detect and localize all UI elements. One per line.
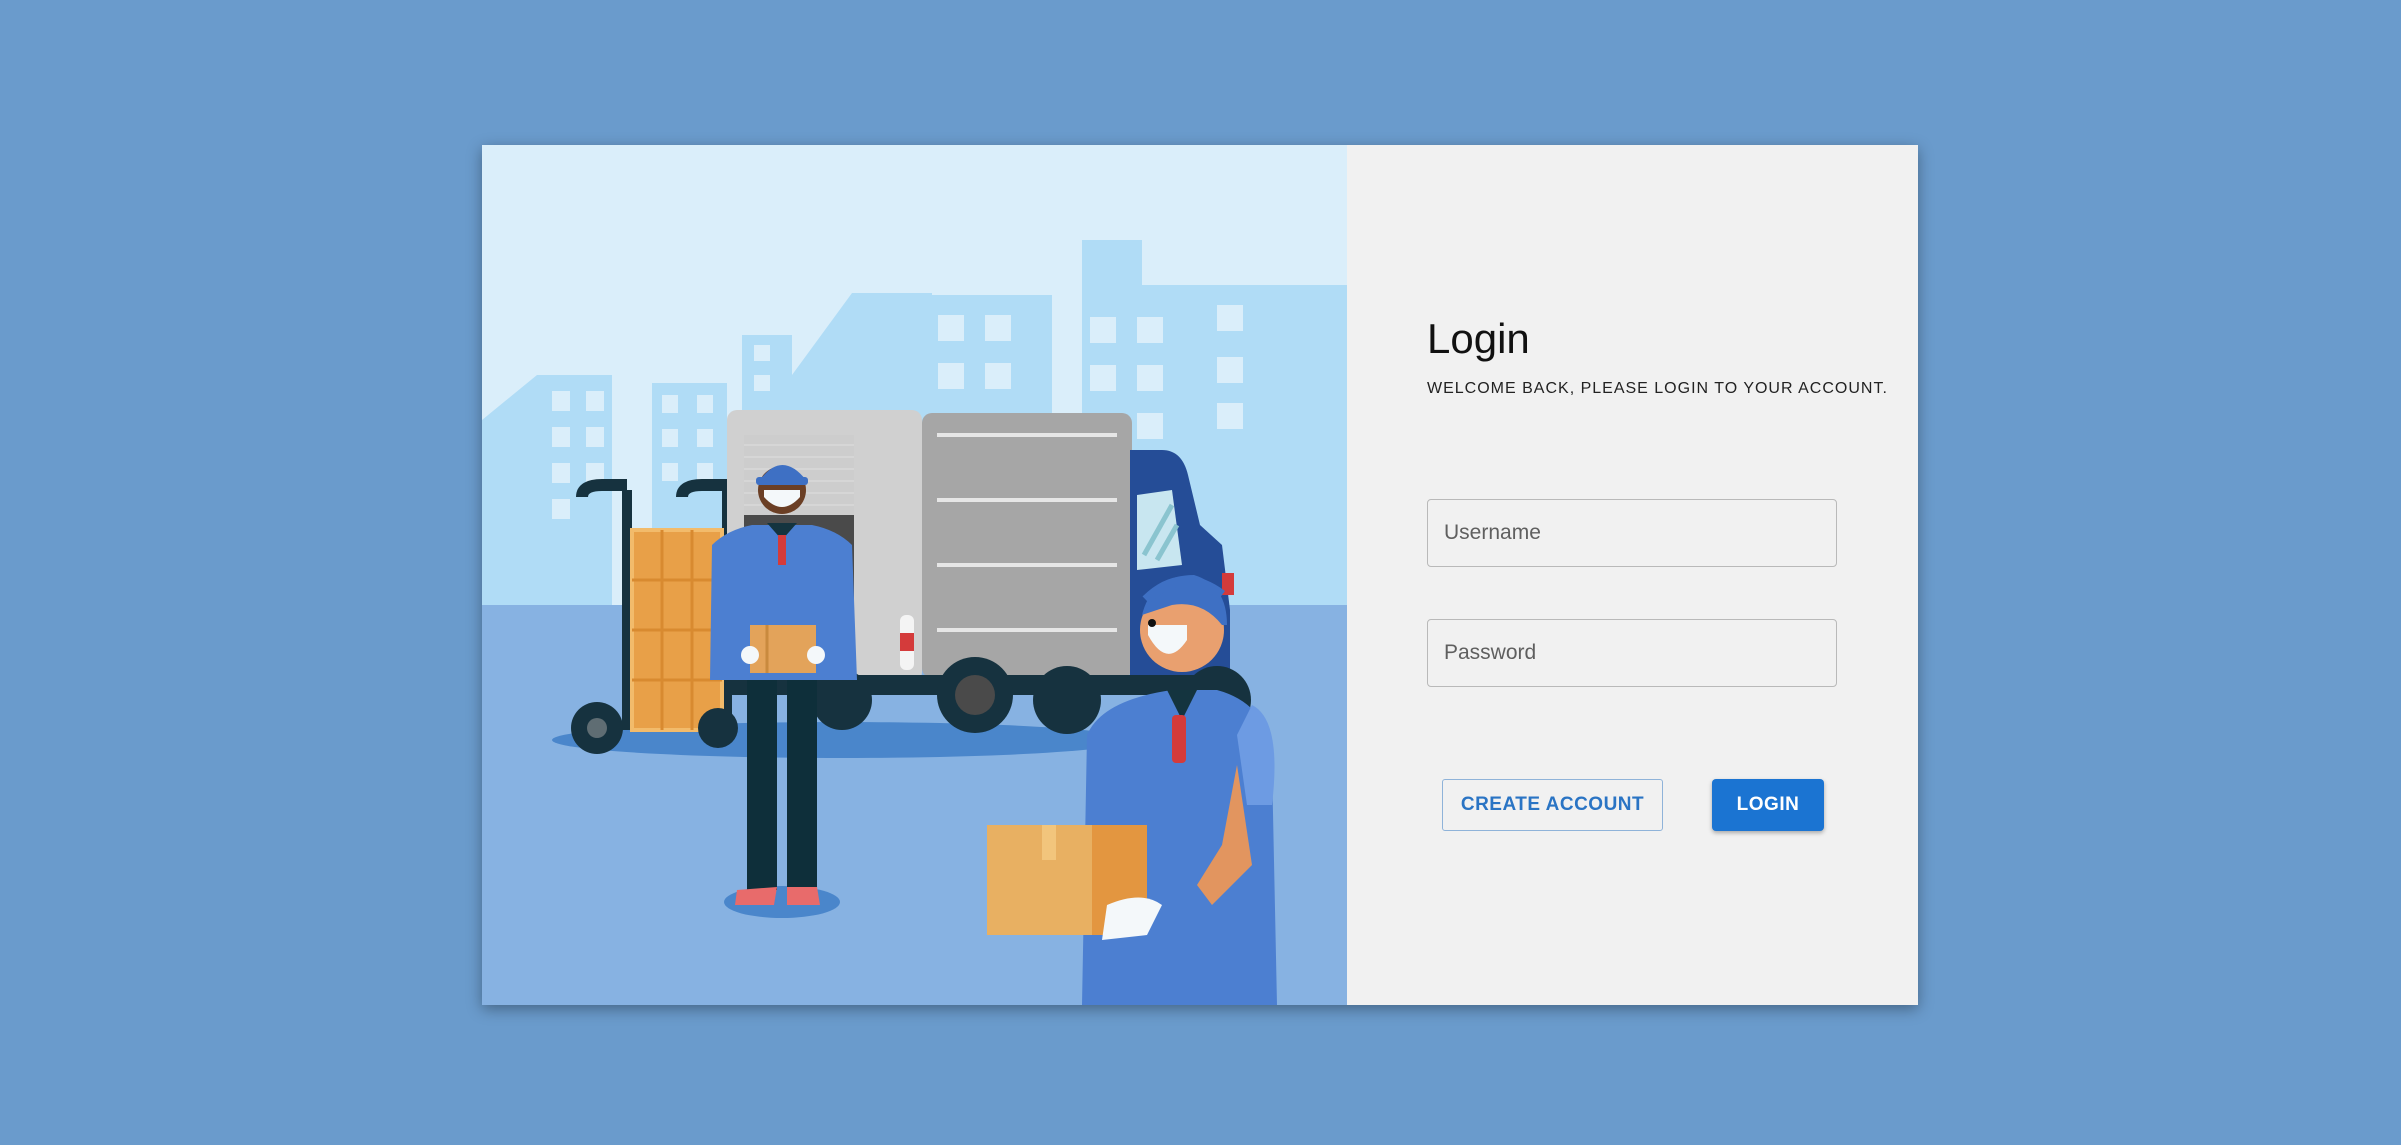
login-card: Login WELCOME BACK, PLEASE LOGIN TO YOUR… (482, 145, 1918, 1005)
delivery-illustration-svg (482, 145, 1347, 1005)
password-input[interactable] (1427, 619, 1837, 687)
delivery-illustration (482, 145, 1347, 1005)
page-title: Login (1427, 315, 1530, 362)
welcome-subtitle: WELCOME BACK, PLEASE LOGIN TO YOUR ACCOU… (1427, 380, 1888, 397)
login-button[interactable]: LOGIN (1712, 779, 1824, 831)
create-account-button[interactable]: CREATE ACCOUNT (1442, 779, 1663, 831)
username-input[interactable] (1427, 499, 1837, 567)
login-panel: Login WELCOME BACK, PLEASE LOGIN TO YOUR… (1347, 145, 1918, 1005)
